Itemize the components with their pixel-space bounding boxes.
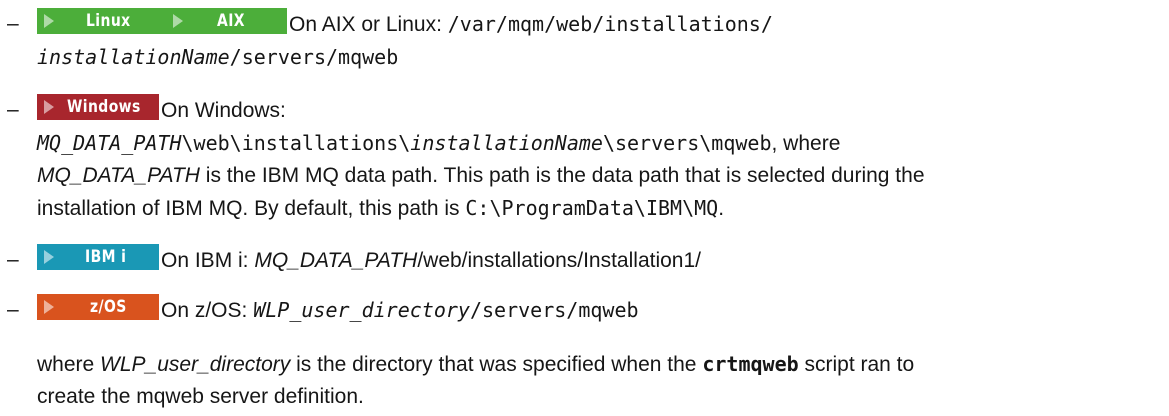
- list-item-body: Linux AIX On AIX or Linux: /var/mqm/web/…: [37, 8, 1157, 74]
- list-item-body: IBM i On IBM i: MQ_DATA_PATH/web/install…: [37, 244, 1157, 277]
- description-text: is the IBM MQ data path. This path is th…: [199, 164, 925, 187]
- arrow-icon: [173, 14, 183, 28]
- platform-prefix: On IBM i:: [161, 249, 255, 272]
- path-variable: installationName: [37, 45, 230, 69]
- badge-label: z/OS: [90, 297, 127, 317]
- variable-reference: WLP_user_directory: [100, 353, 291, 376]
- badge-label: Linux: [86, 11, 131, 31]
- list-item-body: Windows On Windows: MQ_DATA_PATH\web\inst…: [37, 94, 1157, 225]
- variable-reference: MQ_DATA_PATH: [37, 164, 200, 187]
- note-text: where: [37, 353, 101, 376]
- path-variable: installationName: [410, 131, 603, 155]
- windows-platform-badge: Windows: [37, 94, 159, 120]
- command-name: crtmqweb: [702, 352, 799, 376]
- badge-label: IBM i: [85, 247, 127, 267]
- path-variable: MQ_DATA_PATH: [37, 131, 182, 155]
- platform-prefix: On AIX or Linux:: [289, 13, 448, 36]
- path-segment: \servers\mqweb: [602, 131, 772, 155]
- default-path: C:\ProgramData\IBM\MQ: [465, 196, 719, 220]
- path-suffix: , where: [771, 132, 841, 155]
- note-text: is the directory that was specified when…: [290, 353, 703, 376]
- note-text: script ran to: [798, 353, 915, 376]
- platform-prefix: On z/OS:: [161, 299, 254, 322]
- note-paragraph: where WLP_user_directory is the director…: [37, 348, 1159, 413]
- period: .: [718, 197, 725, 220]
- note-text: create the mqweb server definition.: [37, 385, 364, 408]
- path-segment: \web\installations\: [181, 131, 411, 155]
- ibmi-platform-badge: IBM i: [37, 244, 159, 270]
- badge-label: Windows: [67, 97, 141, 117]
- aix-platform-badge: AIX: [166, 8, 287, 34]
- arrow-icon: [44, 300, 54, 314]
- badge-label: AIX: [217, 11, 245, 31]
- path-variable: MQ_DATA_PATH: [254, 249, 418, 272]
- arrow-icon: [44, 100, 54, 114]
- list-item-body: z/OS On z/OS: WLP_user_directory/servers…: [37, 294, 1157, 327]
- zos-platform-badge: z/OS: [37, 294, 159, 320]
- arrow-icon: [44, 250, 54, 264]
- path-segment: /servers/mqweb: [469, 298, 639, 322]
- list-dash: –: [7, 12, 19, 35]
- list-dash: –: [7, 248, 19, 271]
- platform-prefix: On Windows:: [161, 99, 286, 122]
- linux-platform-badge: Linux: [37, 8, 166, 34]
- arrow-icon: [44, 14, 54, 28]
- path-variable: WLP_user_directory: [253, 298, 470, 322]
- list-dash: –: [7, 98, 19, 121]
- path-segment: /web/installations/Installation1/: [417, 249, 701, 272]
- path-segment: /servers/mqweb: [229, 45, 399, 69]
- list-dash: –: [7, 298, 19, 321]
- path-segment: /var/mqm/web/installations/: [447, 12, 773, 36]
- document: – Linux AIX On AIX or Linux: /var/mqm/we…: [0, 0, 1169, 416]
- description-text: installation of IBM MQ. By default, this…: [37, 197, 466, 220]
